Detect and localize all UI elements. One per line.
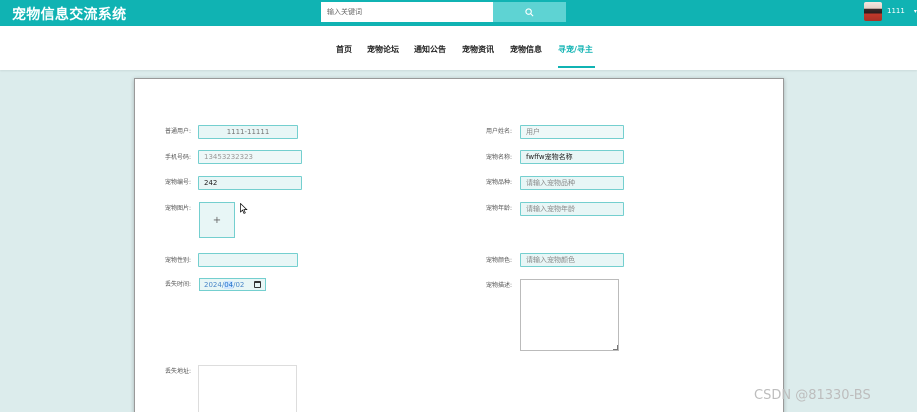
active-tab-indicator xyxy=(558,66,595,68)
nav-item-home[interactable]: 首页 xyxy=(336,44,352,55)
site-title[interactable]: 宠物信息交流系统 xyxy=(12,4,126,24)
pet-no-field[interactable] xyxy=(198,176,302,190)
chevron-down-icon[interactable]: ▾ xyxy=(914,8,917,15)
plus-icon: + xyxy=(212,214,222,226)
pet-breed-label: 宠物品种: xyxy=(486,179,513,186)
top-bar: 宠物信息交流系统 1111 ▾ xyxy=(0,0,917,26)
lost-time-date-input[interactable]: 2024/04/02 xyxy=(199,278,266,291)
resize-handle-icon[interactable] xyxy=(613,345,618,350)
pet-name-label: 宠物名称: xyxy=(486,154,513,161)
date-day: 02 xyxy=(235,280,245,289)
pet-age-label: 宠物年龄: xyxy=(486,205,513,212)
user-label: 普通用户: xyxy=(165,128,192,135)
pet-gender-select[interactable] xyxy=(198,253,298,267)
pet-no-label: 宠物编号: xyxy=(165,179,192,186)
nav-item-news[interactable]: 宠物资讯 xyxy=(462,44,494,55)
nav-item-lost-found[interactable]: 寻宠/寻主 xyxy=(558,44,593,55)
search-input[interactable] xyxy=(321,2,493,22)
real-name-label: 用户姓名: xyxy=(486,128,513,135)
pet-color-field[interactable] xyxy=(520,253,624,267)
pet-desc-label: 宠物描述: xyxy=(486,282,513,289)
phone-label: 手机号码: xyxy=(165,154,192,161)
phone-field[interactable] xyxy=(198,150,302,164)
date-month: 04 xyxy=(224,280,234,289)
pet-description-textarea[interactable] xyxy=(520,279,619,351)
nav-item-pet-info[interactable]: 宠物信息 xyxy=(510,44,542,55)
search-bar xyxy=(321,2,566,22)
pet-breed-field[interactable] xyxy=(520,176,624,190)
main-nav: 首页 宠物论坛 通知公告 宠物资讯 宠物信息 寻宠/寻主 xyxy=(0,26,917,70)
pet-age-field[interactable] xyxy=(520,202,624,216)
search-button[interactable] xyxy=(493,2,566,22)
pet-image-label: 宠物图片: xyxy=(165,205,192,212)
lost-pet-form: 普通用户: 手机号码: 宠物编号: 宠物图片: + 宠物性别: 丢失时间: 20… xyxy=(134,78,784,412)
pet-gender-label: 宠物性别: xyxy=(165,257,192,264)
lost-address-textarea[interactable] xyxy=(198,365,297,412)
search-icon xyxy=(525,7,534,16)
avatar[interactable] xyxy=(864,1,882,21)
pet-name-field[interactable] xyxy=(520,150,624,164)
nav-item-forum[interactable]: 宠物论坛 xyxy=(367,44,399,55)
calendar-icon[interactable] xyxy=(254,281,261,288)
real-name-field[interactable] xyxy=(520,125,624,139)
pet-desc-wrap xyxy=(520,279,619,351)
user-field[interactable] xyxy=(198,125,298,139)
image-upload-button[interactable]: + xyxy=(199,202,235,238)
nav-item-notices[interactable]: 通知公告 xyxy=(414,44,446,55)
lost-time-label: 丢失时间: xyxy=(165,281,192,288)
watermark: CSDN @81330-BS xyxy=(754,388,871,403)
user-menu[interactable]: 1111 ▾ xyxy=(864,1,917,21)
user-name[interactable]: 1111 xyxy=(887,7,905,15)
lost-addr-label: 丢失地址: xyxy=(165,368,192,375)
mouse-cursor-icon xyxy=(240,203,248,214)
date-year: 2024 xyxy=(204,280,222,289)
pet-color-label: 宠物颜色: xyxy=(486,257,513,264)
